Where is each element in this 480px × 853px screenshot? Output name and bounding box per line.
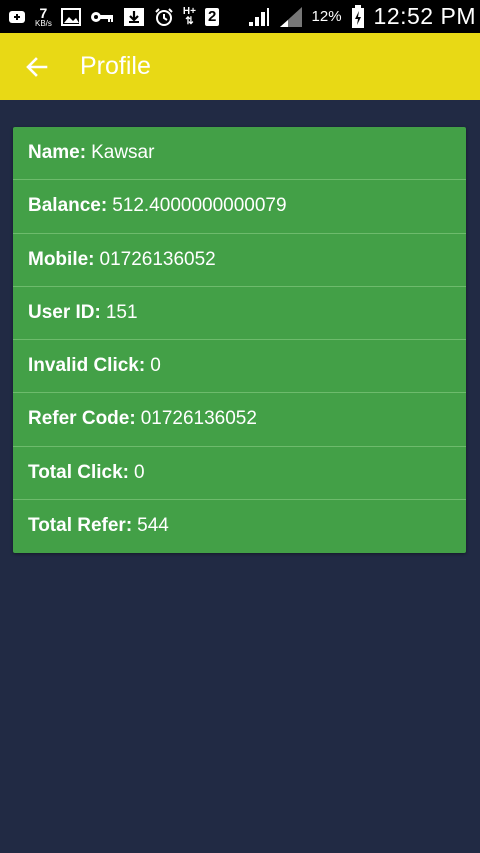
field-label: Total Refer: (28, 515, 133, 537)
field-label: Mobile: (28, 248, 95, 270)
sim-slot-badge: 2 (204, 7, 220, 26)
status-clock: 12:52 PM (373, 3, 476, 29)
profile-row-balance: Balance: 512.4000000000079 (13, 180, 466, 234)
back-button[interactable] (12, 42, 62, 92)
add-notification-icon (8, 8, 26, 26)
field-label: Balance: (28, 195, 108, 217)
field-value: 544 (137, 515, 169, 537)
download-icon (123, 7, 145, 27)
network-type-indicator: H+ ⇅ (182, 5, 196, 27)
data-transfer-arrows-icon: ⇅ (185, 15, 194, 27)
signal-strength-secondary-icon (279, 6, 303, 28)
profile-row-total-click: Total Click: 0 (13, 447, 466, 500)
field-label: Name: (28, 142, 87, 164)
field-value: 01726136052 (99, 248, 216, 270)
profile-row-name: Name: Kawsar (13, 127, 466, 181)
profile-row-refer-code: Refer Code: 01726136052 (13, 393, 466, 447)
network-speed-unit: KB/s (35, 18, 52, 28)
network-speed: 7 KB/s (35, 6, 52, 28)
profile-card: Name: Kawsar Balance: 512.4000000000079 … (13, 127, 466, 553)
field-value: 01726136052 (140, 408, 257, 430)
field-value: 512.4000000000079 (112, 195, 287, 217)
field-label: Refer Code: (28, 408, 136, 430)
battery-percent: 12% (311, 8, 342, 25)
network-speed-value: 7 (39, 4, 48, 21)
signal-strength-icon (248, 7, 270, 27)
profile-row-mobile: Mobile: 01726136052 (13, 234, 466, 287)
profile-row-user-id: User ID: 151 (13, 287, 466, 340)
page-title: Profile (80, 52, 151, 80)
image-icon (60, 7, 81, 26)
field-label: Invalid Click: (28, 355, 146, 377)
network-type-label: H+ (182, 5, 196, 17)
alarm-icon (154, 7, 174, 27)
arrow-left-icon (26, 56, 48, 77)
profile-row-invalid-click: Invalid Click: 0 (13, 340, 466, 394)
status-bar-left: 7 KB/s H+ ⇅ 2 (8, 5, 220, 28)
status-bar-right: 12% 12:52 PM (248, 3, 476, 30)
app-bar: Profile (0, 33, 480, 100)
key-icon (90, 10, 114, 24)
field-value: 151 (105, 301, 138, 323)
field-value: 0 (134, 461, 145, 483)
field-label: Total Click: (28, 461, 129, 483)
profile-row-total-refer: Total Refer: 544 (13, 500, 466, 553)
field-label: User ID: (28, 301, 101, 323)
battery-charging-icon (351, 4, 365, 29)
status-bar: 7 KB/s H+ ⇅ 2 12% 12:52 PM (0, 0, 480, 33)
field-value: Kawsar (91, 142, 155, 164)
field-value: 0 (150, 355, 161, 377)
